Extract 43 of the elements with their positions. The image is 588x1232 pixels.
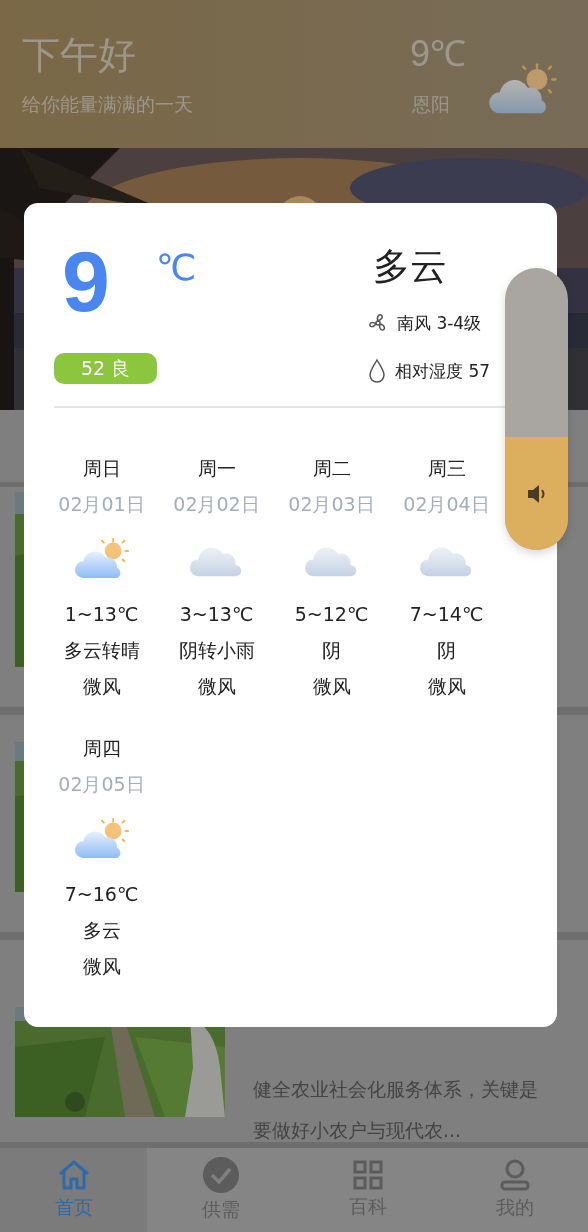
forecast-condition: 多云 [82,918,121,943]
user-icon [499,1159,530,1191]
temperature-range: 1~13℃ [64,602,139,627]
forecast-date: 02月05日 [58,772,145,797]
temperature-range: 3~13℃ [179,602,254,627]
weather-condition: 多云 [373,245,448,289]
weekday: 周二 [312,456,351,481]
subtitle: 给你能量满满的一天 [22,92,193,117]
forecast-date: 02月04日 [403,492,490,517]
check-circle-icon [202,1157,239,1193]
location: 恩阳 [410,92,451,117]
grid-icon [352,1160,383,1190]
nav-tab[interactable]: 首页 [0,1148,147,1232]
forecast-date: 02月03日 [288,492,375,517]
weekday: 周日 [82,456,121,481]
weekday: 周一 [197,456,236,481]
temperature-value: 9 [61,241,110,331]
forecast-condition: 阴 [322,638,341,663]
temperature-range: 7~16℃ [64,882,139,907]
article-excerpt: 健全农业社会化服务体系，关键是要做好小农户与现代农... [253,1077,539,1142]
temperature-range: 7~14℃ [409,602,484,627]
forecast-wind: 微风 [82,674,121,699]
forecast-wind: 微风 [312,674,351,699]
wind-info: 南风 3-4级 [397,311,482,335]
humidity-info: 相对湿度 57 [395,359,491,383]
water-drop-icon [367,358,387,384]
forecast-date: 02月02日 [173,492,260,517]
forecast-wind: 微风 [427,674,466,699]
forecast-condition: 阴转小雨 [178,638,255,663]
temperature-range: 5~12℃ [294,602,369,627]
weekday: 周四 [82,736,121,761]
volume-slider[interactable] [505,268,568,550]
forecast-wind: 微风 [197,674,236,699]
forecast-condition: 多云转晴 [63,638,140,663]
temperature-unit: ℃ [155,246,197,290]
forecast-wind: 微风 [82,954,121,979]
air-quality-badge: 52 良 [54,353,157,384]
forecast-date: 02月01日 [58,492,145,517]
forecast-condition: 阴 [437,638,456,663]
weekday: 周三 [427,456,466,481]
greeting: 下午好 [22,36,137,74]
current-temperature: 9℃ [409,36,466,72]
home-icon [56,1159,91,1191]
